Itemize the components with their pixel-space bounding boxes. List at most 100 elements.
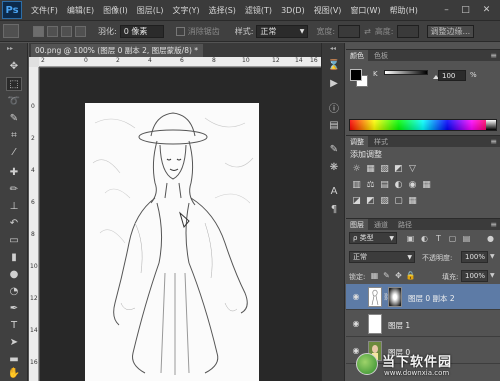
filter-type-icon[interactable]: T [434, 234, 443, 243]
k-channel-slider[interactable] [384, 70, 428, 75]
width-input[interactable] [338, 24, 361, 38]
clone-stamp-icon[interactable]: ⊥ [6, 199, 22, 213]
layer-row[interactable]: ◉ 图层 1 [346, 311, 500, 337]
menu-image[interactable]: 图像(I) [103, 5, 128, 16]
move-icon[interactable]: ✥ [6, 59, 22, 73]
vibrance-icon[interactable]: ▽ [407, 163, 418, 174]
filter-pixel-icon[interactable]: ▣ [406, 234, 415, 243]
document-canvas[interactable] [85, 103, 259, 381]
paragraph-icon[interactable]: ¶ [327, 203, 341, 215]
menu-filter[interactable]: 滤镜(T) [245, 5, 272, 16]
dodge-icon[interactable]: ◔ [6, 284, 22, 298]
swap-icon[interactable]: ⇄ [364, 27, 371, 36]
black-white-icon[interactable]: ▤ [379, 179, 390, 190]
curves-icon[interactable]: ▨ [379, 163, 390, 174]
exposure-icon[interactable]: ◩ [393, 163, 404, 174]
lock-position-icon[interactable]: ✥ [394, 271, 403, 280]
antialias-checkbox[interactable] [175, 26, 185, 36]
menu-file[interactable]: 文件(F) [31, 5, 58, 16]
quick-select-icon[interactable]: ✎ [6, 111, 22, 125]
panel-menu-icon[interactable]: ≡ [490, 51, 497, 60]
intersect-selection-icon[interactable] [75, 25, 86, 37]
tab-layers[interactable]: 图层 [346, 219, 368, 231]
ruler-vertical[interactable]: 0 2 4 6 8 10 12 14 16 [29, 67, 39, 381]
refine-edge-button[interactable]: 调整边缘... [426, 24, 475, 38]
k-channel-value[interactable]: 100 [438, 70, 466, 81]
new-selection-icon[interactable] [33, 25, 44, 37]
visibility-eye-icon[interactable]: ◉ [351, 292, 361, 301]
threshold-icon[interactable]: ▨ [379, 195, 390, 206]
selective-color-icon[interactable]: ▦ [407, 195, 418, 206]
spectrum-grayscale[interactable] [486, 120, 496, 130]
feather-input[interactable]: 0 像素 [119, 24, 164, 38]
tab-swatches[interactable]: 色板 [370, 50, 392, 62]
pen-icon[interactable]: ✒ [6, 301, 22, 315]
menu-3d[interactable]: 3D(D) [281, 6, 305, 15]
color-spectrum[interactable] [349, 119, 497, 131]
brush-presets-icon[interactable]: ❋ [327, 161, 341, 173]
document-tab[interactable]: 00.png @ 100% (图层 0 副本 2, 图层蒙版/8) * × [31, 44, 203, 57]
panel-menu-icon[interactable]: ≡ [490, 137, 497, 146]
rect-marquee-icon[interactable]: ⬚ [6, 77, 22, 91]
foreground-color-swatch[interactable] [350, 69, 362, 81]
brightness-contrast-icon[interactable]: ☼ [351, 163, 362, 174]
style-select[interactable]: 正常 ▼ [256, 24, 309, 38]
menu-select[interactable]: 选择(S) [209, 5, 236, 16]
tab-channels[interactable]: 通道 [370, 219, 392, 231]
history-icon[interactable]: ⌛ [327, 59, 341, 71]
add-selection-icon[interactable] [47, 25, 58, 37]
menu-type[interactable]: 文字(Y) [172, 5, 199, 16]
tab-color[interactable]: 颜色 [346, 50, 368, 62]
blur-icon[interactable]: ● [6, 267, 22, 281]
actions-icon[interactable]: ▶ [327, 77, 341, 89]
character-icon[interactable]: A [327, 185, 341, 197]
tab-adjustments[interactable]: 调整 [346, 136, 368, 148]
invert-icon[interactable]: ◪ [351, 195, 362, 206]
color-lookup-icon[interactable]: ▦ [421, 179, 432, 190]
lock-image-icon[interactable]: ✎ [382, 271, 391, 280]
menu-layer[interactable]: 图层(L) [137, 5, 164, 16]
history-brush-icon[interactable]: ↶ [6, 216, 22, 230]
pasteboard[interactable] [40, 68, 321, 381]
blend-mode-select[interactable]: 正常 ▼ [349, 251, 415, 263]
photo-filter-icon[interactable]: ◐ [393, 179, 404, 190]
strip-collapse-icon[interactable]: ◂◂ [330, 45, 336, 52]
minimize-icon[interactable]: – [440, 3, 453, 16]
gradient-map-icon[interactable]: ▢ [393, 195, 404, 206]
hue-saturation-icon[interactable]: ▥ [351, 179, 362, 190]
tab-paths[interactable]: 路径 [394, 219, 416, 231]
fill-input[interactable]: 100% [461, 270, 488, 282]
filter-adjustment-icon[interactable]: ◐ [420, 234, 429, 243]
close-tab-icon[interactable]: × [202, 46, 203, 55]
subtract-selection-icon[interactable] [61, 25, 72, 37]
path-select-icon[interactable]: ➤ [6, 335, 22, 349]
height-input[interactable] [396, 24, 419, 38]
shape-icon[interactable]: ▬ [6, 352, 22, 366]
ruler-horizontal[interactable]: 2 0 2 4 6 8 10 12 14 16 [39, 57, 321, 67]
lock-transparent-icon[interactable]: ▦ [370, 271, 379, 280]
posterize-icon[interactable]: ◩ [365, 195, 376, 206]
menu-edit[interactable]: 编辑(E) [67, 5, 94, 16]
filter-smart-object-icon[interactable]: ▤ [462, 234, 471, 243]
brush-panel-icon[interactable]: ✎ [327, 143, 341, 155]
layer-kind-filter[interactable]: ρ 类型 ▼ [349, 232, 397, 244]
chevron-down-icon[interactable]: ▼ [490, 253, 495, 260]
menu-help[interactable]: 帮助(H) [390, 5, 418, 16]
layer-mask-thumbnail[interactable] [388, 287, 402, 307]
brush-icon[interactable]: ✏ [6, 182, 22, 196]
info-icon[interactable]: ⓘ [327, 101, 341, 115]
close-icon[interactable]: ✕ [480, 3, 493, 16]
panel-menu-icon[interactable]: ≡ [490, 220, 497, 229]
menu-view[interactable]: 视图(V) [314, 5, 342, 16]
eyedropper-icon[interactable]: ⁄ [6, 145, 22, 159]
menu-window[interactable]: 窗口(W) [350, 5, 380, 16]
visibility-eye-icon[interactable]: ◉ [351, 319, 361, 328]
lasso-icon[interactable]: ➰ [6, 94, 22, 108]
maximize-icon[interactable]: □ [459, 3, 472, 16]
layer-row[interactable]: ◉ ⛓ 图层 0 副本 2 [346, 284, 500, 310]
tab-styles[interactable]: 样式 [370, 136, 392, 148]
color-balance-icon[interactable]: ⚖ [365, 179, 376, 190]
chevron-down-icon[interactable]: ▼ [490, 272, 495, 279]
lock-all-icon[interactable]: 🔒 [406, 271, 416, 280]
hand-icon[interactable]: ✋ [6, 366, 22, 380]
